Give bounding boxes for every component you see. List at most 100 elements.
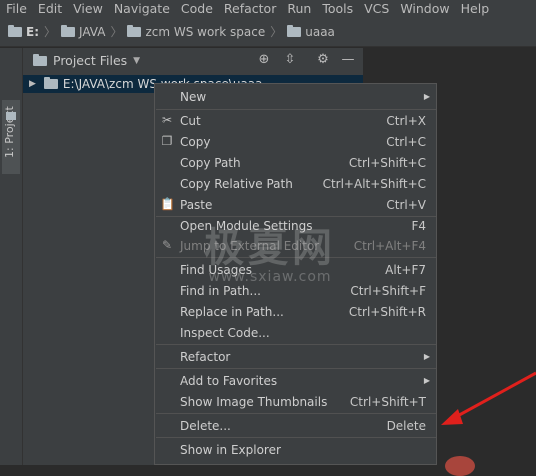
menu-item-shortcut: Ctrl+Shift+T [349, 394, 426, 409]
folder-icon [43, 77, 58, 89]
menu-divider [156, 368, 436, 369]
breadcrumb-drive[interactable]: E: [8, 24, 39, 39]
menu-item-label: Cut [180, 113, 201, 128]
menu-item-delete[interactable]: Delete... Delete [155, 415, 436, 436]
menu-item-label: Find in Path... [180, 283, 261, 298]
scissors-icon: ✂ [161, 113, 173, 127]
folder-icon [33, 54, 47, 66]
menu-item-label: Open Module Settings [180, 218, 313, 233]
red-marker [445, 456, 475, 476]
menu-item-inspect-code[interactable]: Inspect Code... [155, 322, 436, 343]
menu-item-find-in-path[interactable]: Find in Path... Ctrl+Shift+F [155, 280, 436, 301]
menu-item-shortcut: Ctrl+Shift+C [348, 155, 426, 170]
menu-window[interactable]: Window [394, 0, 454, 17]
menu-item-label: Show in Explorer [180, 442, 281, 457]
menu-item-find-usages[interactable]: Find Usages Alt+F7 [155, 259, 436, 280]
submenu-arrow-icon: ▶ [423, 376, 430, 385]
menu-item-show-in-explorer[interactable]: Show in Explorer [155, 439, 436, 460]
context-menu: New ▶ ✂ Cut Ctrl+X ❐ Copy Ctrl+C Copy Pa… [154, 83, 437, 465]
menu-item-paste[interactable]: 📋 Paste Ctrl+V [155, 194, 436, 215]
breadcrumb-workspace[interactable]: zcm WS work space [127, 24, 266, 39]
menu-item-shortcut: Ctrl+Alt+F4 [353, 238, 426, 253]
menu-tools[interactable]: Tools [316, 0, 358, 17]
breadcrumb-uaaa[interactable]: uaaa [287, 24, 335, 39]
menu-item-cut[interactable]: ✂ Cut Ctrl+X [155, 110, 436, 131]
menu-view[interactable]: View [67, 0, 108, 17]
menu-item-open-module-settings[interactable]: Open Module Settings F4 [155, 215, 436, 236]
menu-item-shortcut: Ctrl+Shift+R [348, 304, 426, 319]
menu-item-copy-relative-path[interactable]: Copy Relative Path Ctrl+Alt+Shift+C [155, 173, 436, 194]
menu-item-shortcut: Alt+F7 [385, 262, 426, 277]
copy-icon: ❐ [161, 134, 173, 148]
menu-item-copy[interactable]: ❐ Copy Ctrl+C [155, 131, 436, 152]
menu-item-shortcut: Ctrl+Alt+Shift+C [322, 176, 426, 191]
menu-item-show-image-thumbnails[interactable]: Show Image Thumbnails Ctrl+Shift+T [155, 391, 436, 412]
menu-item-label: Replace in Path... [180, 304, 284, 319]
menu-item-label: Show Image Thumbnails [180, 394, 328, 409]
project-panel-header: Project Files ▼ ⊕ ⇳ ⚙ — [23, 48, 363, 74]
submenu-arrow-icon: ▶ [423, 352, 430, 361]
menu-file[interactable]: File [0, 0, 32, 17]
menu-item-shortcut: Ctrl+V [386, 197, 426, 212]
menu-item-label: Add to Favorites [180, 373, 278, 388]
menu-vcs[interactable]: VCS [358, 0, 394, 17]
menu-item-replace-in-path[interactable]: Replace in Path... Ctrl+Shift+R [155, 301, 436, 322]
gear-icon[interactable]: ⚙ [315, 52, 331, 68]
menu-item-shortcut: Ctrl+Shift+F [350, 283, 426, 298]
chevron-down-icon[interactable]: ▼ [133, 56, 140, 66]
locate-icon[interactable]: ⊕ [256, 52, 272, 68]
menu-item-label: New [180, 89, 207, 104]
menu-navigate[interactable]: Navigate [108, 0, 175, 17]
menu-divider [156, 437, 436, 438]
menu-help[interactable]: Help [455, 0, 495, 17]
breadcrumb-label: zcm WS work space [145, 24, 266, 39]
folder-icon [61, 24, 76, 37]
chevron-right-icon: 〉 [44, 25, 57, 39]
folder-icon [127, 24, 142, 37]
menu-code[interactable]: Code [175, 0, 218, 17]
folder-icon [287, 24, 302, 37]
menu-item-label: Find Usages [180, 262, 253, 277]
menu-item-new[interactable]: New ▶ [155, 86, 436, 107]
expand-arrow-icon[interactable]: ▶ [29, 79, 36, 89]
menu-item-label: Copy [180, 134, 211, 149]
menu-refactor[interactable]: Refactor [218, 0, 281, 17]
menu-item-shortcut: Ctrl+X [386, 113, 426, 128]
chevron-right-icon: 〉 [110, 25, 123, 39]
breadcrumb-label: uaaa [305, 24, 335, 39]
menu-item-shortcut: Ctrl+C [386, 134, 426, 149]
menu-item-label: Inspect Code... [180, 325, 270, 340]
menu-item-add-to-favorites[interactable]: Add to Favorites ▶ [155, 370, 436, 391]
submenu-arrow-icon: ▶ [423, 92, 430, 101]
menu-item-label: Copy Path [180, 155, 241, 170]
folder-icon [6, 112, 16, 120]
breadcrumb-label: E: [26, 24, 39, 39]
menu-edit[interactable]: Edit [32, 0, 67, 17]
tool-window-strip: 1: Project [0, 48, 23, 465]
minimize-icon[interactable]: — [340, 52, 356, 68]
menu-divider [156, 413, 436, 414]
project-view-selector[interactable]: Project Files [53, 53, 127, 68]
menu-item-label: Jump to External Editor [180, 238, 320, 253]
breadcrumb: E: 〉 JAVA 〉 zcm WS work space 〉 uaaa [0, 17, 536, 47]
menu-run[interactable]: Run [281, 0, 316, 17]
breadcrumb-label: JAVA [79, 24, 106, 39]
menu-item-copy-path[interactable]: Copy Path Ctrl+Shift+C [155, 152, 436, 173]
menu-item-label: Refactor [180, 349, 231, 364]
menu-item-refactor[interactable]: Refactor ▶ [155, 346, 436, 367]
breadcrumb-java[interactable]: JAVA [61, 24, 106, 39]
menu-item-label: Delete... [180, 418, 231, 433]
menu-item-jump-to-external-editor[interactable]: ✎ Jump to External Editor Ctrl+Alt+F4 [155, 235, 436, 256]
folder-icon [8, 24, 22, 37]
collapse-all-icon[interactable]: ⇳ [282, 52, 298, 68]
menu-item-shortcut: F4 [411, 218, 426, 233]
menu-divider [156, 344, 436, 345]
menu-divider [156, 257, 436, 258]
chevron-right-icon: 〉 [270, 25, 283, 39]
menu-item-shortcut: Delete [386, 418, 426, 433]
edit-icon: ✎ [161, 238, 173, 252]
menu-item-label: Paste [180, 197, 213, 212]
paste-icon: 📋 [160, 197, 175, 211]
menu-item-label: Copy Relative Path [180, 176, 293, 191]
menu-bar: File Edit View Navigate Code Refactor Ru… [0, 0, 536, 17]
